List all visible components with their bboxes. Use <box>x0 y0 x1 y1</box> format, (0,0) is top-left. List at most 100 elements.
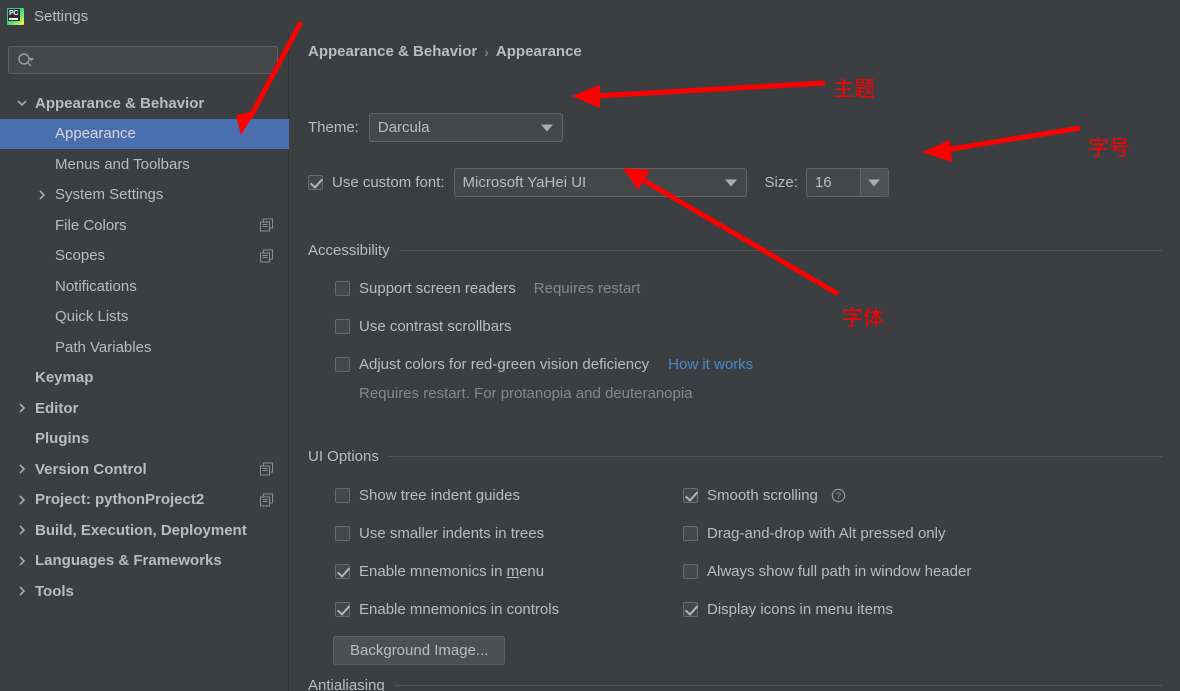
sidebar-item-file-colors[interactable]: File Colors <box>0 210 289 241</box>
checkbox-box[interactable] <box>683 564 698 579</box>
window-titlebar: PC Settings <box>0 0 1180 32</box>
checkbox-label: Support screen readers <box>359 280 516 297</box>
sidebar-item-label: Build, Execution, Deployment <box>35 521 247 539</box>
breadcrumb-parent[interactable]: Appearance & Behavior <box>308 43 477 60</box>
checkbox-box[interactable] <box>683 526 698 541</box>
sidebar-item-appearance[interactable]: Appearance <box>0 118 289 149</box>
copy-icon[interactable] <box>260 249 273 263</box>
window-title: Settings <box>34 7 89 25</box>
sidebar-item-scopes[interactable]: Scopes <box>0 241 289 272</box>
svg-text:?: ? <box>836 491 841 501</box>
checkbox-box[interactable] <box>335 319 350 334</box>
use-custom-font-checkbox[interactable] <box>308 175 323 190</box>
sidebar-item-project-pythonproject2[interactable]: Project: pythonProject2 <box>0 485 289 516</box>
checkbox-box[interactable] <box>683 602 698 617</box>
settings-sidebar: Appearance & Behavior Appearance Menus and… <box>0 32 289 691</box>
breadcrumb-current: Appearance <box>495 43 582 60</box>
checkbox-label: Enable mnemonics in controls <box>359 601 560 618</box>
copy-icon[interactable] <box>260 218 273 232</box>
chevron-right-icon[interactable] <box>35 188 49 202</box>
chevron-right-icon[interactable] <box>15 401 29 415</box>
sidebar-item-label: Scopes <box>55 247 106 265</box>
chevron-right-icon[interactable] <box>15 462 29 476</box>
search-box[interactable] <box>8 46 278 74</box>
sidebar-item-label: Plugins <box>35 430 90 448</box>
checkbox-enable-mnemonics-menu[interactable]: Enable mnemonics in menu <box>335 563 544 580</box>
sidebar-item-tools[interactable]: Tools <box>0 576 289 607</box>
sidebar-item-label: Editor <box>35 399 79 417</box>
sidebar-item-languages-frameworks[interactable]: Languages & Frameworks <box>0 546 289 577</box>
requires-restart-hint: Requires restart <box>533 280 641 297</box>
checkbox-smooth-scrolling[interactable]: Smooth scrolling ? <box>683 487 846 504</box>
font-family-dropdown[interactable]: Microsoft YaHei UI <box>453 168 747 197</box>
sidebar-item-label: Keymap <box>35 369 94 387</box>
checkbox-box[interactable] <box>335 488 350 503</box>
sidebar-item-editor[interactable]: Editor <box>0 393 289 424</box>
checkbox-box[interactable] <box>335 564 350 579</box>
checkbox-use-contrast-scrollbars[interactable]: Use contrast scrollbars <box>335 318 512 335</box>
search-input[interactable] <box>39 47 271 73</box>
chevron-right-icon[interactable] <box>15 584 29 598</box>
sidebar-item-label: Appearance <box>55 125 136 143</box>
checkbox-use-smaller-indents[interactable]: Use smaller indents in trees <box>335 525 544 542</box>
chevron-down-icon[interactable] <box>15 96 29 110</box>
antialiasing-section-title: Antialiasing <box>308 677 385 691</box>
checkbox-box[interactable] <box>335 602 350 617</box>
copy-icon[interactable] <box>260 462 273 476</box>
checkbox-box[interactable] <box>335 526 350 541</box>
sidebar-item-version-control[interactable]: Version Control <box>0 454 289 485</box>
sidebar-item-system-settings[interactable]: System Settings <box>0 180 289 211</box>
checkbox-label: Smooth scrolling <box>707 487 818 504</box>
font-size-dropdown-button[interactable] <box>859 168 889 197</box>
chevron-right-icon[interactable] <box>15 493 29 507</box>
checkbox-support-screen-readers[interactable]: Support screen readers Requires restart <box>335 280 640 297</box>
pycharm-logo-icon: PC <box>7 7 24 25</box>
help-icon[interactable]: ? <box>831 488 846 503</box>
section-divider <box>393 685 1162 686</box>
chevron-right-icon[interactable] <box>15 523 29 537</box>
sidebar-item-notifications[interactable]: Notifications <box>0 271 289 302</box>
checkbox-box[interactable] <box>335 357 350 372</box>
checkbox-box[interactable] <box>335 281 350 296</box>
checkbox-label: Use smaller indents in trees <box>359 525 545 542</box>
sidebar-item-label: Menus and Toolbars <box>55 155 190 173</box>
theme-dropdown[interactable]: Darcula <box>368 113 563 142</box>
checkbox-label: Display icons in menu items <box>707 601 893 618</box>
font-size-label: Size: <box>764 174 798 191</box>
sidebar-item-appearance-behavior[interactable]: Appearance & Behavior <box>0 88 289 119</box>
checkbox-drag-and-drop-alt[interactable]: Drag-and-drop with Alt pressed only <box>683 525 945 542</box>
font-size-input[interactable]: 16 <box>805 168 860 197</box>
checkbox-display-icons-menu-items[interactable]: Display icons in menu items <box>683 601 893 618</box>
chevron-right-icon[interactable] <box>15 554 29 568</box>
checkbox-label: Use contrast scrollbars <box>359 318 512 335</box>
sidebar-item-label: Tools <box>35 582 74 600</box>
copy-icon[interactable] <box>260 493 273 507</box>
sidebar-item-label: System Settings <box>55 186 164 204</box>
checkbox-enable-mnemonics-controls[interactable]: Enable mnemonics in controls <box>335 601 559 618</box>
sidebar-item-build-execution-deployment[interactable]: Build, Execution, Deployment <box>0 515 289 546</box>
breadcrumb: Appearance & Behavior › Appearance <box>308 43 582 60</box>
checkbox-show-tree-indent-guides[interactable]: Show tree indent guides <box>335 487 520 504</box>
font-family-value: Microsoft YaHei UI <box>462 174 587 191</box>
checkbox-label: Always show full path in window header <box>707 563 972 580</box>
how-it-works-link[interactable]: How it works <box>668 356 753 373</box>
chevron-down-icon <box>540 124 553 131</box>
checkbox-label: Show tree indent guides <box>359 487 520 504</box>
sidebar-item-label: Appearance & Behavior <box>35 94 205 112</box>
section-divider <box>398 250 1162 251</box>
checkbox-box[interactable] <box>683 488 698 503</box>
custom-font-row: Use custom font: Microsoft YaHei UI Size… <box>308 168 889 197</box>
sidebar-item-path-variables[interactable]: Path Variables <box>0 332 289 363</box>
sidebar-item-menus-and-toolbars[interactable]: Menus and Toolbars <box>0 149 289 180</box>
background-image-button[interactable]: Background Image... <box>333 636 506 665</box>
search-field-wrapper <box>8 46 278 74</box>
accessibility-section-title: Accessibility <box>308 242 390 259</box>
checkbox-always-show-full-path[interactable]: Always show full path in window header <box>683 563 971 580</box>
section-divider <box>387 456 1162 457</box>
sidebar-item-keymap[interactable]: Keymap <box>0 363 289 394</box>
checkbox-adjust-colors-red-green[interactable]: Adjust colors for red-green vision defic… <box>335 356 753 373</box>
sidebar-item-label: Version Control <box>35 460 147 478</box>
sidebar-item-quick-lists[interactable]: Quick Lists <box>0 302 289 333</box>
sidebar-item-plugins[interactable]: Plugins <box>0 424 289 455</box>
chevron-down-icon <box>724 179 737 186</box>
